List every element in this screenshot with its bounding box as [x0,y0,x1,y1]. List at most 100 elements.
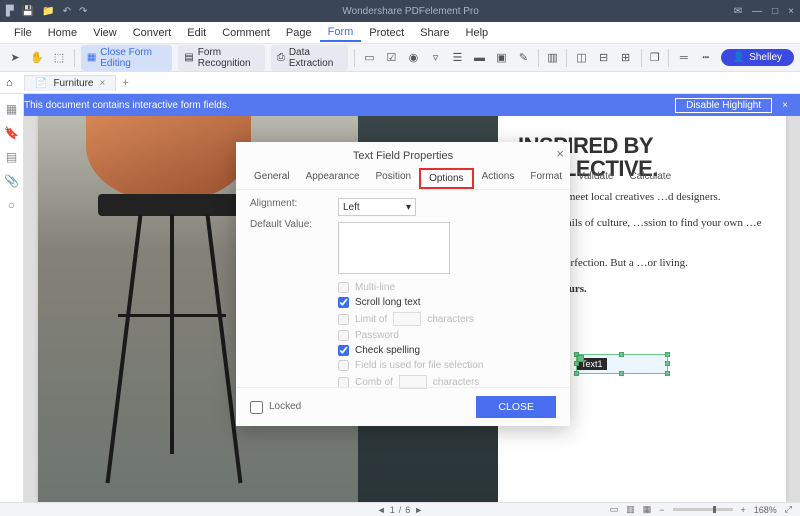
button-field-icon[interactable]: ▬ [470,49,488,67]
tab-appearance[interactable]: Appearance [298,168,368,189]
zoom-in-icon[interactable]: + [741,505,746,515]
zoom-slider[interactable] [673,508,733,511]
dialog-close-icon[interactable]: × [556,146,564,161]
line-weight-icon[interactable]: ═ [675,49,693,67]
close-info-button[interactable]: × [778,100,792,111]
combobox-field-icon[interactable]: ▿ [426,49,444,67]
scroll-long-text-checkbox[interactable] [338,297,349,308]
form-text-field[interactable]: Text1 [576,354,668,374]
pointer-icon[interactable]: ➤ [6,49,24,67]
close-form-editing-icon: ▦ [87,52,96,63]
copy-field-icon[interactable]: ❐ [647,49,662,67]
page-current: 1 [390,505,395,515]
menu-share[interactable]: Share [412,25,457,41]
add-tab-button[interactable]: + [122,77,128,89]
check-spelling-checkbox[interactable] [338,345,349,356]
view-mode-2-icon[interactable]: ▥ [626,504,635,515]
dialog-tabs: General Appearance Position Options Acti… [236,168,570,190]
form-recognition-button[interactable]: ▤ Form Recognition [178,45,265,71]
tab-validate[interactable]: Validate [570,168,621,189]
view-mode-3-icon[interactable]: ▦ [643,504,652,515]
distribute-3-icon[interactable]: ⊞ [617,49,635,67]
alignment-label: Alignment: [250,198,326,209]
line-style-icon[interactable]: ┅ [697,49,715,67]
page-total: 6 [405,505,410,515]
chevron-down-icon: ▾ [406,202,411,213]
statusbar: ◄ 1 / 6 ► ▭ ▥ ▦ − + 168% ⤢ [0,502,800,516]
menu-page[interactable]: Page [278,25,320,41]
app-logo-icon[interactable]: ▛ [6,6,14,17]
close-form-editing-button[interactable]: ▦ Close Form Editing [81,45,172,71]
menu-convert[interactable]: Convert [125,25,180,41]
zoom-value: 168% [754,505,777,515]
disable-highlight-button[interactable]: Disable Highlight [675,98,772,113]
tab-position[interactable]: Position [368,168,420,189]
menu-edit[interactable]: Edit [179,25,214,41]
image-field-icon[interactable]: ▣ [492,49,510,67]
distribute-2-icon[interactable]: ⊟ [595,49,613,67]
tab-format[interactable]: Format [522,168,570,189]
save-icon[interactable]: 💾 [22,6,34,17]
folder-icon[interactable]: 📁 [42,6,54,17]
maximize-button[interactable]: □ [772,6,778,17]
prev-page-icon[interactable]: ◄ [377,505,386,515]
menu-file[interactable]: File [6,25,40,41]
tab-label: Furniture [53,78,93,89]
user-account-button[interactable]: 👤 Shelley [721,49,794,66]
hand-icon[interactable]: ✋ [28,49,46,67]
alignment-select[interactable]: Left ▾ [338,198,416,216]
close-window-button[interactable]: × [788,6,794,17]
undo-icon[interactable]: ↶ [63,6,71,17]
menu-protect[interactable]: Protect [361,25,412,41]
default-value-input[interactable] [338,222,450,274]
limit-of-input[interactable] [393,312,421,326]
search-icon[interactable]: ○ [8,198,15,212]
minimize-button[interactable]: — [752,6,762,17]
attachments-icon[interactable]: 📎 [4,174,19,188]
redo-icon[interactable]: ↷ [79,6,87,17]
thumbnails-icon[interactable]: ▦ [6,102,17,116]
mail-icon[interactable]: ✉ [734,6,742,17]
menubar: File Home View Convert Edit Comment Page… [0,22,800,44]
bookmarks-icon[interactable]: 🔖 [4,126,19,140]
pdf-icon: 📄 [35,78,47,89]
tab-general[interactable]: General [246,168,298,189]
close-dialog-button[interactable]: CLOSE [476,396,556,418]
radio-field-icon[interactable]: ◉ [404,49,422,67]
multiline-checkbox[interactable] [338,282,349,293]
tab-actions[interactable]: Actions [474,168,523,189]
tab-options[interactable]: Options [419,168,473,189]
password-checkbox[interactable] [338,330,349,341]
signature-field-icon[interactable]: ✎ [514,49,532,67]
select-icon[interactable]: ⬚ [50,49,68,67]
home-tab-icon[interactable]: ⌂ [6,77,13,89]
limit-of-checkbox[interactable] [338,314,349,325]
menu-home[interactable]: Home [40,25,85,41]
form-recognition-icon: ▤ [184,52,193,63]
view-mode-1-icon[interactable]: ▭ [610,504,619,515]
comb-of-checkbox[interactable] [338,377,349,388]
locked-checkbox[interactable] [250,401,263,414]
document-tab[interactable]: 📄 Furniture × [24,75,116,91]
file-selection-checkbox[interactable] [338,360,349,371]
menu-form[interactable]: Form [320,24,362,42]
fit-page-icon[interactable]: ⤢ [785,504,792,515]
close-tab-icon[interactable]: × [99,78,105,89]
checkbox-field-icon[interactable]: ☑ [382,49,400,67]
text-field-properties-dialog: Text Field Properties × General Appearan… [236,142,570,426]
zoom-out-icon[interactable]: − [659,505,664,515]
tab-calculate[interactable]: Calculate [621,168,679,189]
next-page-icon[interactable]: ► [414,505,423,515]
menu-help[interactable]: Help [458,25,497,41]
data-extraction-button[interactable]: ⎙ Data Extraction [271,45,348,71]
text-field-icon[interactable]: ▭ [360,49,378,67]
info-message: This document contains interactive form … [24,100,230,111]
annotations-icon[interactable]: ▤ [6,150,17,164]
distribute-1-icon[interactable]: ◫ [573,49,591,67]
align-tool-icon[interactable]: ▥ [545,49,560,67]
menu-comment[interactable]: Comment [214,25,278,41]
quick-access: ▛ 💾 📁 ↶ ↷ [6,6,87,17]
listbox-field-icon[interactable]: ☰ [448,49,466,67]
left-sidebar: ▦ 🔖 ▤ 📎 ○ [0,94,24,502]
menu-view[interactable]: View [85,25,125,41]
